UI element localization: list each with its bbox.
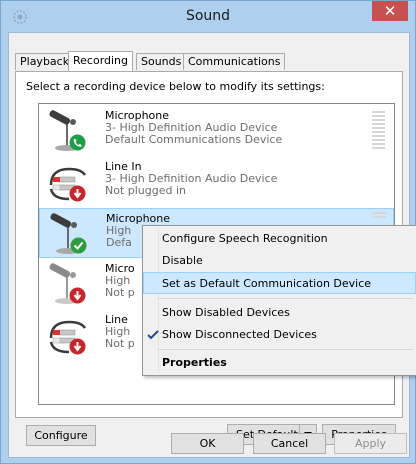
level-meter: [372, 111, 385, 151]
ok-button[interactable]: OK: [171, 433, 244, 454]
window-title: Sound: [185, 8, 231, 24]
configure-button[interactable]: Configure: [26, 425, 96, 446]
menu-item-properties[interactable]: Properties: [143, 352, 416, 374]
menu-item-show-disconnected[interactable]: Show Disconnected Devices: [143, 324, 416, 346]
apply-button[interactable]: Apply: [334, 433, 407, 454]
menu-item-label: Set as Default Communication Device: [162, 277, 372, 290]
unplugged-badge-icon: [69, 287, 86, 304]
device-status: Not p: [105, 286, 135, 299]
device-status: Default Communications Device: [105, 133, 283, 146]
menu-item-label: Show Disabled Devices: [162, 306, 290, 319]
menu-item-label: Disable: [162, 254, 203, 267]
menu-item-disable[interactable]: Disable: [143, 250, 416, 272]
tab-sounds[interactable]: Sounds: [136, 53, 187, 70]
menu-item-label: Properties: [162, 356, 227, 369]
phone-badge-icon: [69, 134, 86, 151]
context-menu: Configure Speech Recognition Disable Set…: [142, 225, 416, 376]
menu-item-configure-speech-recognition[interactable]: Configure Speech Recognition: [143, 228, 416, 250]
check-badge-icon: [70, 237, 87, 254]
menu-separator: [158, 349, 413, 350]
menu-item-show-disabled[interactable]: Show Disabled Devices: [143, 302, 416, 324]
checkmark-icon: [147, 330, 159, 340]
menu-separator: [158, 298, 413, 299]
device-row-line-in[interactable]: Line In 3- High Definition Audio Device …: [39, 157, 394, 207]
unplugged-badge-icon: [69, 338, 86, 355]
title-bar[interactable]: Sound ✕: [1, 1, 415, 32]
menu-item-label: Configure Speech Recognition: [162, 232, 328, 245]
device-status: Not plugged in: [105, 184, 187, 197]
device-status: Defa: [106, 236, 132, 249]
tab-recording[interactable]: Recording: [68, 51, 134, 71]
unplugged-badge-icon: [69, 185, 86, 202]
tab-playback[interactable]: Playback: [15, 53, 75, 70]
tab-communications[interactable]: Communications: [183, 53, 286, 70]
menu-item-label: Show Disconnected Devices: [162, 328, 317, 341]
close-button[interactable]: ✕: [372, 1, 408, 21]
level-meter: [373, 212, 386, 220]
cancel-button[interactable]: Cancel: [253, 433, 326, 454]
device-row-microphone[interactable]: Microphone 3- High Definition Audio Devi…: [39, 106, 394, 156]
menu-item-set-default-communication[interactable]: Set as Default Communication Device: [143, 272, 416, 294]
instruction-text: Select a recording device below to modif…: [26, 80, 325, 93]
device-status: Not p: [105, 337, 135, 350]
